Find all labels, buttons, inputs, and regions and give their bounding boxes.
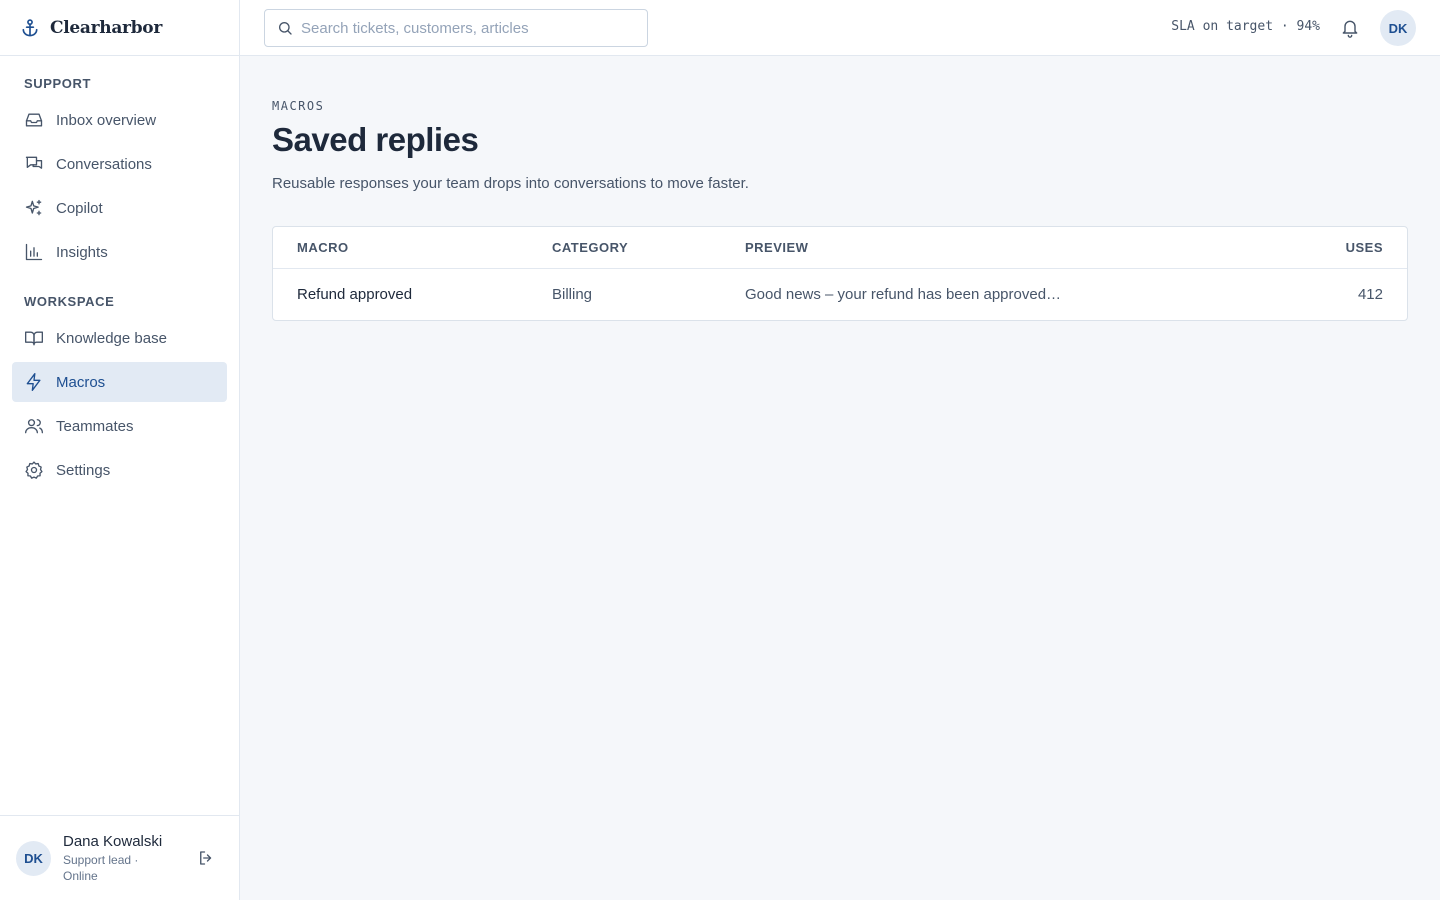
- book-icon: [25, 331, 43, 346]
- cell-uses: 412: [1357, 285, 1383, 303]
- sidebar-item-label: Insights: [56, 243, 108, 261]
- cell-preview: Good news – your refund has been approve…: [745, 285, 1062, 303]
- nav-heading-support: SUPPORT: [24, 76, 92, 91]
- nav-section-workspace: WORKSPACE Knowledge base Macros Teammate…: [0, 292, 239, 490]
- bar-chart-icon: [25, 243, 43, 261]
- sparkle-icon: [25, 199, 42, 216]
- sla-status: SLA on target · 94%: [1171, 19, 1320, 34]
- sidebar-item-insights[interactable]: Insights: [12, 232, 227, 272]
- column-header-preview[interactable]: PREVIEW: [745, 227, 1300, 269]
- sidebar-item-label: Settings: [56, 461, 111, 479]
- sidebar-item-teammates[interactable]: Teammates: [12, 406, 227, 446]
- column-header-macro[interactable]: MACRO: [273, 227, 552, 269]
- avatar[interactable]: DK: [16, 840, 51, 876]
- table-header-row: MACRO CATEGORY PREVIEW USES: [273, 227, 1407, 269]
- column-header-category[interactable]: CATEGORY: [552, 227, 745, 269]
- column-header-uses[interactable]: USES: [1299, 227, 1407, 269]
- sidebar-item-conversations[interactable]: Conversations: [12, 144, 227, 184]
- topbar: SLA on target · 94% DK: [240, 0, 1440, 56]
- sidebar-user: DK Dana Kowalski Support lead · Online: [0, 815, 239, 900]
- sidebar-item-label: Inbox overview: [56, 111, 157, 129]
- nav-section-support: SUPPORT Inbox overview Conversations Cop…: [0, 74, 239, 272]
- sidebar-item-copilot[interactable]: Copilot: [12, 188, 227, 228]
- cell-category: Billing: [552, 285, 593, 303]
- main-content: MACROS Saved replies Reusable responses …: [272, 56, 1408, 321]
- chat-icon: [25, 156, 43, 169]
- cell-macro: Refund approved: [297, 285, 413, 303]
- sidebar-item-settings[interactable]: Settings: [12, 450, 227, 490]
- brand[interactable]: Clearharbor: [0, 0, 239, 56]
- user-name: Dana Kowalski: [63, 832, 163, 850]
- lightning-icon: [26, 373, 41, 391]
- brand-name: Clearharbor: [50, 17, 162, 38]
- logout-icon[interactable]: [197, 849, 215, 867]
- nav-heading-workspace: WORKSPACE: [24, 294, 115, 309]
- sidebar-item-label: Conversations: [56, 155, 152, 173]
- search-icon: [279, 22, 292, 35]
- page-eyebrow: MACROS: [272, 99, 325, 113]
- sidebar-item-label: Copilot: [56, 199, 103, 217]
- anchor-icon: [22, 18, 38, 36]
- user-avatar[interactable]: DK: [1380, 10, 1416, 46]
- table-row[interactable]: Refund approved Billing Good news – your…: [273, 268, 1407, 320]
- users-icon: [25, 419, 43, 434]
- sidebar-item-inbox-overview[interactable]: Inbox overview: [12, 100, 227, 140]
- page-subtitle: Reusable responses your team drops into …: [272, 175, 749, 192]
- search-box[interactable]: [264, 9, 648, 47]
- sidebar-item-knowledge-base[interactable]: Knowledge base: [12, 318, 227, 358]
- sidebar-item-macros[interactable]: Macros: [12, 362, 227, 402]
- user-info: Dana Kowalski Support lead · Online: [63, 833, 173, 884]
- search-input[interactable]: [301, 19, 631, 37]
- sidebar: Clearharbor SUPPORT Inbox overview Conve…: [0, 0, 240, 900]
- sidebar-item-label: Knowledge base: [56, 329, 167, 347]
- bell-icon[interactable]: [1340, 17, 1360, 39]
- sidebar-item-label: Macros: [56, 373, 106, 391]
- gear-icon: [25, 461, 43, 479]
- user-role: Support lead · Online: [63, 852, 139, 883]
- page-title: Saved replies: [272, 121, 479, 158]
- macros-table: MACRO CATEGORY PREVIEW USES Refund appro…: [272, 226, 1408, 321]
- inbox-icon: [25, 113, 43, 127]
- sidebar-item-label: Teammates: [56, 417, 134, 435]
